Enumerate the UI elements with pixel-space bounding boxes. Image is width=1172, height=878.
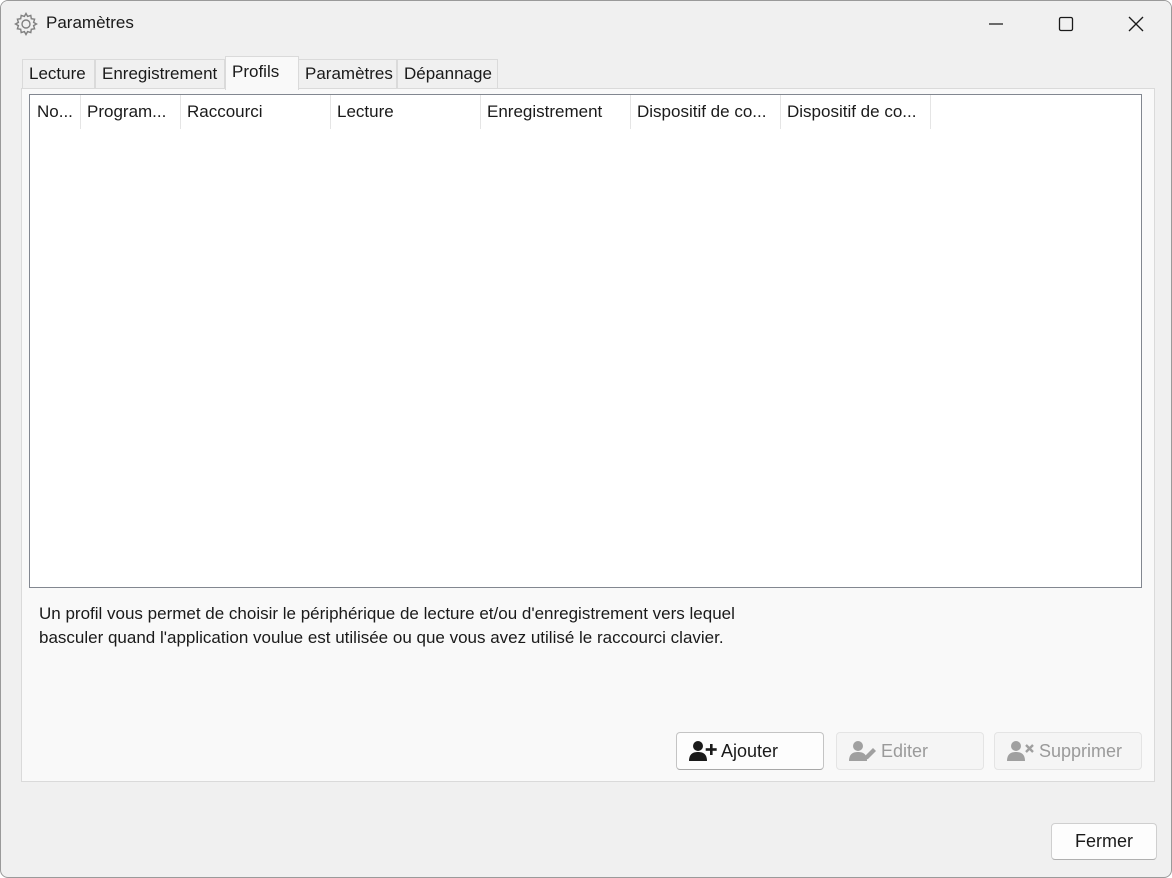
profiles-list[interactable]: No... Program... Raccourci Lecture Enreg… (29, 94, 1142, 588)
add-profile-label: Ajouter (721, 740, 779, 761)
minimize-button[interactable] (961, 1, 1031, 47)
user-plus-icon (689, 741, 717, 761)
tab-parametres[interactable]: Paramètres (298, 59, 397, 89)
tab-depannage[interactable]: Dépannage (397, 59, 498, 89)
close-dialog-button[interactable]: Fermer (1051, 823, 1157, 860)
settings-window: Paramètres Lecture Enregistrement Profil… (0, 0, 1172, 878)
column-header-playback[interactable]: Lecture (330, 95, 481, 129)
maximize-icon (1058, 16, 1074, 32)
profiles-panel: No... Program... Raccourci Lecture Enreg… (21, 88, 1155, 782)
maximize-button[interactable] (1031, 1, 1101, 47)
edit-profile-button[interactable]: Editer (836, 732, 984, 770)
close-window-button[interactable] (1101, 1, 1171, 47)
window-title: Paramètres (46, 13, 134, 32)
edit-profile-label: Editer (881, 740, 929, 761)
title-bar: Paramètres (1, 1, 1171, 47)
description-line-1: Un profil vous permet de choisir le péri… (39, 604, 735, 623)
gear-icon (14, 12, 38, 36)
column-header-comm-playback[interactable]: Dispositif de co... (630, 95, 781, 129)
delete-profile-button[interactable]: Supprimer (994, 732, 1142, 770)
column-header-name[interactable]: No... (30, 95, 81, 129)
column-header-shortcut[interactable]: Raccourci (180, 95, 331, 129)
user-remove-icon (1007, 741, 1034, 761)
delete-profile-label: Supprimer (1039, 740, 1123, 761)
column-header-program[interactable]: Program... (80, 95, 181, 129)
description-line-2: basculer quand l'application voulue est … (39, 628, 724, 647)
minimize-icon (989, 23, 1003, 25)
tab-lecture[interactable]: Lecture (22, 59, 95, 89)
profiles-description: Un profil vous permet de choisir le péri… (39, 602, 839, 650)
close-icon (1128, 16, 1144, 32)
tab-enregistrement[interactable]: Enregistrement (95, 59, 225, 89)
add-profile-button[interactable]: Ajouter (676, 732, 824, 770)
user-edit-icon (849, 741, 876, 761)
column-header-comm-recording[interactable]: Dispositif de co... (780, 95, 931, 129)
column-header-recording[interactable]: Enregistrement (480, 95, 631, 129)
tab-profils[interactable]: Profils (225, 56, 299, 90)
